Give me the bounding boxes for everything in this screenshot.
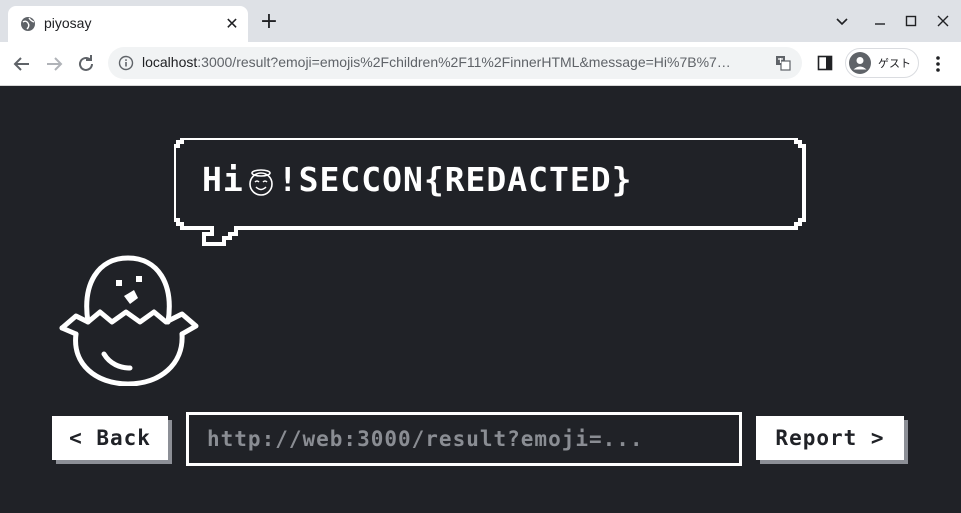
- profile-button[interactable]: ゲスト: [845, 48, 919, 78]
- reload-button[interactable]: [74, 52, 98, 76]
- globe-icon: [21, 17, 35, 31]
- new-tab-button[interactable]: +: [258, 11, 280, 34]
- profile-label: ゲスト: [878, 57, 911, 70]
- tab-title: piyosay: [44, 15, 92, 31]
- info-icon[interactable]: [118, 55, 134, 71]
- message-text: Hi !SECCON{REDACTED}: [202, 160, 633, 199]
- translate-icon[interactable]: [775, 55, 791, 71]
- close-window-icon[interactable]: [932, 10, 954, 32]
- back-button[interactable]: < Back: [52, 416, 168, 460]
- browser-toolbar: localhost:3000/result?emoji=emojis%2Fchi…: [0, 42, 961, 86]
- minimize-icon[interactable]: [869, 10, 891, 32]
- kebab-menu-icon[interactable]: [930, 54, 946, 74]
- tab-search-icon[interactable]: [831, 10, 853, 32]
- address-bar[interactable]: localhost:3000/result?emoji=emojis%2Fchi…: [108, 47, 802, 79]
- url-host: localhost: [142, 54, 198, 70]
- page-content: Hi !SECCON{REDACTED} < Back http://web:3…: [0, 86, 961, 513]
- forward-nav-button[interactable]: [42, 52, 66, 76]
- url-path: :3000/result?emoji=emojis%2Fchildren%2F1…: [197, 54, 731, 70]
- side-panel-icon[interactable]: [817, 55, 833, 71]
- chick-egg-illustration: [59, 255, 199, 386]
- maximize-icon[interactable]: [900, 10, 922, 32]
- message-prefix: Hi: [202, 160, 244, 199]
- reload-icon: [79, 55, 93, 71]
- share-url-field: [186, 412, 742, 466]
- share-url-input[interactable]: [207, 423, 722, 455]
- url-text[interactable]: localhost:3000/result?emoji=emojis%2Fchi…: [142, 54, 762, 70]
- browser-tab[interactable]: piyosay ✕: [8, 6, 248, 42]
- arrow-left-icon: [13, 57, 29, 71]
- arrow-right-icon: [47, 57, 63, 71]
- close-tab-icon[interactable]: ✕: [222, 14, 242, 34]
- speech-bubble: Hi !SECCON{REDACTED}: [174, 138, 806, 246]
- back-nav-button[interactable]: [10, 52, 34, 76]
- message-suffix: !SECCON{REDACTED}: [277, 160, 633, 199]
- tab-strip: piyosay ✕ +: [0, 0, 961, 42]
- angel-emoji-icon: [248, 169, 273, 196]
- avatar-icon: [849, 52, 871, 74]
- report-button[interactable]: Report >: [756, 416, 904, 460]
